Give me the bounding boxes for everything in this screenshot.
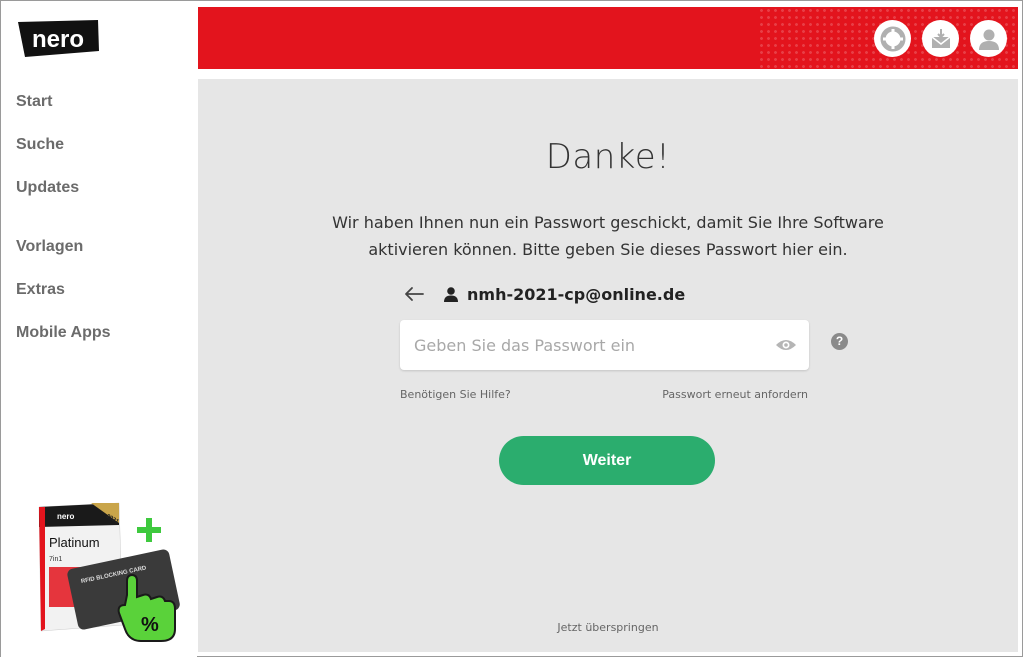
password-help-icon[interactable]: ? (831, 333, 848, 350)
sidebar-item-updates[interactable]: Updates (16, 177, 111, 220)
page-description: Wir haben Ihnen nun ein Passwort geschic… (332, 213, 884, 259)
password-field-container (400, 320, 809, 370)
back-arrow-icon[interactable] (403, 284, 425, 304)
nero-logo[interactable]: nero (15, 19, 101, 61)
main-panel: Danke! Wir haben Ihnen nun ein Passwort … (198, 79, 1018, 652)
svg-text:nero: nero (32, 26, 84, 53)
app-window: nero Start Suche Updates Vorlagen Extras… (0, 0, 1023, 658)
support-button[interactable] (874, 20, 911, 57)
account-email: nmh-2021-cp@online.de (467, 284, 686, 304)
account-icon (978, 29, 999, 50)
sidebar-item-mobile-apps[interactable]: Mobile Apps (16, 322, 111, 365)
password-input[interactable] (414, 320, 774, 370)
skip-link[interactable]: Jetzt überspringen (198, 621, 1018, 634)
plus-icon (137, 518, 161, 542)
account-button[interactable] (970, 20, 1007, 57)
svg-text:Platinum: Platinum (49, 535, 100, 550)
svg-text:nero: nero (57, 512, 74, 521)
svg-text:%: % (141, 614, 159, 636)
need-help-link[interactable]: Benötigen Sie Hilfe? (400, 388, 511, 401)
show-password-icon[interactable] (775, 337, 797, 353)
resend-password-link[interactable]: Passwort erneut anfordern (662, 388, 808, 401)
continue-button[interactable]: Weiter (499, 436, 715, 485)
sidebar-item-extras[interactable]: Extras (16, 279, 111, 322)
user-icon (444, 287, 458, 302)
header-bar (198, 7, 1018, 69)
page-title: Danke! (545, 137, 671, 177)
svg-text:7in1: 7in1 (49, 556, 62, 563)
download-messages-icon (931, 28, 950, 48)
support-icon (880, 26, 905, 51)
sidebar-item-suche[interactable]: Suche (16, 134, 111, 177)
sidebar-nav: Start Suche Updates Vorlagen Extras Mobi… (16, 91, 111, 365)
sidebar: nero Start Suche Updates Vorlagen Extras… (1, 1, 197, 658)
promo-banner[interactable]: nero 2021 Platinum 7in1 RFID BLOCKING CA… (31, 497, 181, 643)
messages-button[interactable] (922, 20, 959, 57)
account-row: nmh-2021-cp@online.de (403, 282, 685, 306)
sidebar-item-start[interactable]: Start (16, 91, 111, 134)
sidebar-item-vorlagen[interactable]: Vorlagen (16, 236, 111, 279)
